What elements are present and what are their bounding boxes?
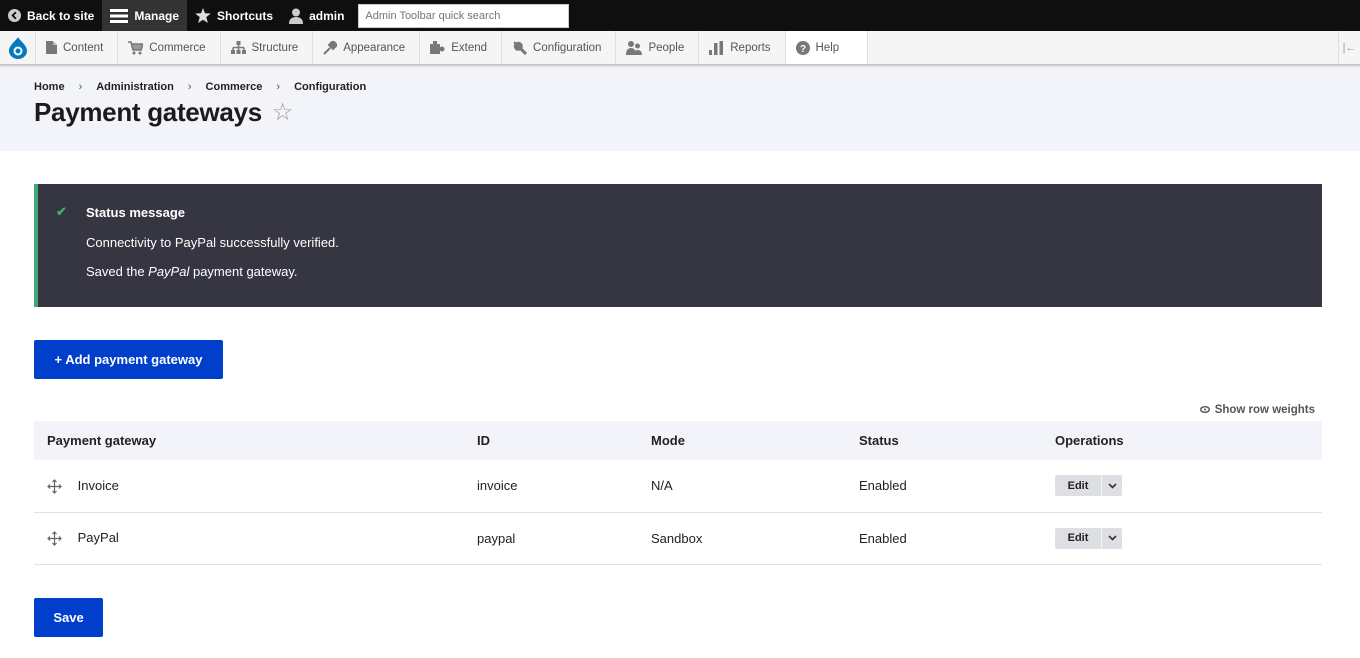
- breadcrumb: Home › Administration › Commerce › Confi…: [34, 81, 1326, 93]
- svg-text:?: ?: [799, 44, 805, 55]
- drag-handle-icon[interactable]: [47, 478, 62, 494]
- payment-gateways-table: Payment gateway ID Mode Status Operation…: [34, 421, 1322, 565]
- gateway-id: paypal: [477, 530, 516, 546]
- back-to-site-label: Back to site: [27, 8, 95, 23]
- manage-label: Manage: [134, 8, 180, 23]
- gateway-mode: Sandbox: [651, 530, 703, 546]
- sitemap-icon: [230, 41, 246, 54]
- edit-button[interactable]: Edit: [1055, 528, 1101, 549]
- column-header-status: Status: [859, 433, 899, 448]
- breadcrumb-commerce[interactable]: Commerce: [206, 81, 263, 93]
- chevron-down-icon: [1107, 483, 1117, 489]
- wrench-icon: [512, 40, 528, 55]
- breadcrumb-administration[interactable]: Administration: [96, 81, 174, 93]
- add-payment-gateway-button[interactable]: + Add payment gateway: [34, 340, 223, 379]
- edit-button[interactable]: Edit: [1055, 475, 1101, 496]
- user-icon: [289, 8, 304, 24]
- shortcuts-tab[interactable]: Shortcuts: [187, 0, 281, 31]
- menu-item-label: Commerce: [149, 41, 206, 54]
- back-to-site-link[interactable]: Back to site: [0, 0, 102, 31]
- breadcrumb-separator: ›: [187, 81, 192, 93]
- menu-item-label: Appearance: [343, 41, 406, 54]
- drupal-drop-icon: [8, 36, 27, 59]
- show-row-weights-label: Show row weights: [1214, 404, 1315, 416]
- menu-item-appearance[interactable]: Appearance: [313, 31, 421, 64]
- menu-item-label: Configuration: [533, 41, 602, 54]
- paintbrush-icon: [323, 40, 338, 55]
- cart-icon: [128, 40, 144, 55]
- add-shortcut-star-icon[interactable]: ☆: [272, 98, 294, 127]
- menu-item-label: Help: [815, 41, 840, 54]
- menu-item-label: Content: [63, 41, 104, 54]
- collapse-arrow-icon: |←: [1342, 41, 1357, 54]
- status-message: ✔ Status message Connectivity to PayPal …: [34, 184, 1322, 307]
- operations-dropbutton: Edit: [1055, 475, 1122, 497]
- gateway-name: Invoice: [77, 477, 119, 493]
- column-header-operations: Operations: [1055, 433, 1124, 448]
- status-emphasis: PayPal: [148, 264, 190, 279]
- breadcrumb-separator: ›: [276, 81, 281, 93]
- drupal-logo[interactable]: [0, 31, 36, 64]
- menu-item-label: Structure: [251, 41, 299, 54]
- status-message-line: Saved the PayPal payment gateway.: [86, 264, 298, 279]
- shortcuts-label: Shortcuts: [217, 8, 274, 23]
- menu-item-label: People: [648, 41, 685, 54]
- save-button[interactable]: Save: [34, 598, 103, 637]
- admin-menu-bar: Content Commerce Structure Appearance Ex…: [0, 31, 1360, 65]
- operations-toggle[interactable]: [1101, 475, 1122, 497]
- menu-item-content[interactable]: Content: [36, 31, 119, 64]
- column-header-mode: Mode: [651, 433, 685, 448]
- menu-item-reports[interactable]: Reports: [699, 31, 786, 64]
- operations-dropbutton: Edit: [1055, 527, 1122, 549]
- show-row-weights-toggle[interactable]: Show row weights: [1199, 404, 1315, 416]
- user-tab[interactable]: admin: [281, 0, 352, 31]
- gateway-status: Enabled: [859, 478, 907, 494]
- operations-toggle[interactable]: [1101, 527, 1122, 549]
- checkmark-icon: ✔: [56, 204, 67, 219]
- table-row: Invoice invoice N/A Enabled Edit: [34, 460, 1322, 512]
- drag-handle-icon[interactable]: [47, 531, 62, 546]
- breadcrumb-home[interactable]: Home: [34, 81, 65, 93]
- star-icon: [195, 8, 211, 23]
- menu-item-structure[interactable]: Structure: [221, 31, 314, 64]
- help-icon: ?: [795, 40, 810, 55]
- menu-item-people[interactable]: People: [616, 31, 700, 64]
- column-header-payment-gateway: Payment gateway: [47, 433, 157, 448]
- admin-toolbar-search-input[interactable]: [358, 3, 570, 28]
- breadcrumb-separator: ›: [78, 81, 83, 93]
- column-header-id: ID: [477, 433, 490, 448]
- puzzle-icon: [430, 41, 445, 54]
- file-icon: [46, 41, 57, 54]
- admin-toolbar: Back to site Manage Shortcuts admin: [0, 0, 1360, 31]
- menu-item-help[interactable]: ? Help: [785, 31, 869, 64]
- people-icon: [626, 40, 643, 55]
- menu-item-label: Reports: [730, 41, 771, 54]
- user-label: admin: [309, 8, 345, 23]
- breadcrumb-configuration[interactable]: Configuration: [294, 81, 366, 93]
- manage-tab[interactable]: Manage: [102, 0, 188, 31]
- eye-icon: [1199, 404, 1210, 416]
- status-text: Saved the: [86, 264, 149, 279]
- gateway-status: Enabled: [859, 530, 907, 546]
- menu-item-extend[interactable]: Extend: [420, 31, 503, 64]
- collapse-toolbar-toggle[interactable]: |←: [1338, 31, 1360, 64]
- bar-chart-icon: [709, 40, 724, 55]
- menu-item-configuration[interactable]: Configuration: [502, 31, 617, 64]
- gateway-mode: N/A: [651, 478, 673, 494]
- gateway-name: PayPal: [77, 529, 119, 545]
- table-row: PayPal paypal Sandbox Enabled Edit: [34, 512, 1322, 564]
- status-message-line: Connectivity to PayPal successfully veri…: [86, 235, 339, 250]
- page-header: Home › Administration › Commerce › Confi…: [0, 65, 1360, 151]
- hamburger-icon: [110, 8, 129, 23]
- table-header-row: Payment gateway ID Mode Status Operation…: [34, 421, 1322, 460]
- menu-item-commerce[interactable]: Commerce: [118, 31, 221, 64]
- status-message-title: Status message: [86, 205, 185, 220]
- status-text: payment gateway.: [189, 264, 298, 279]
- menu-item-label: Extend: [451, 41, 488, 54]
- gateway-id: invoice: [477, 478, 518, 494]
- page-title: Payment gateways: [34, 97, 262, 127]
- arrow-left-circle-icon: [8, 9, 21, 22]
- chevron-down-icon: [1107, 535, 1117, 541]
